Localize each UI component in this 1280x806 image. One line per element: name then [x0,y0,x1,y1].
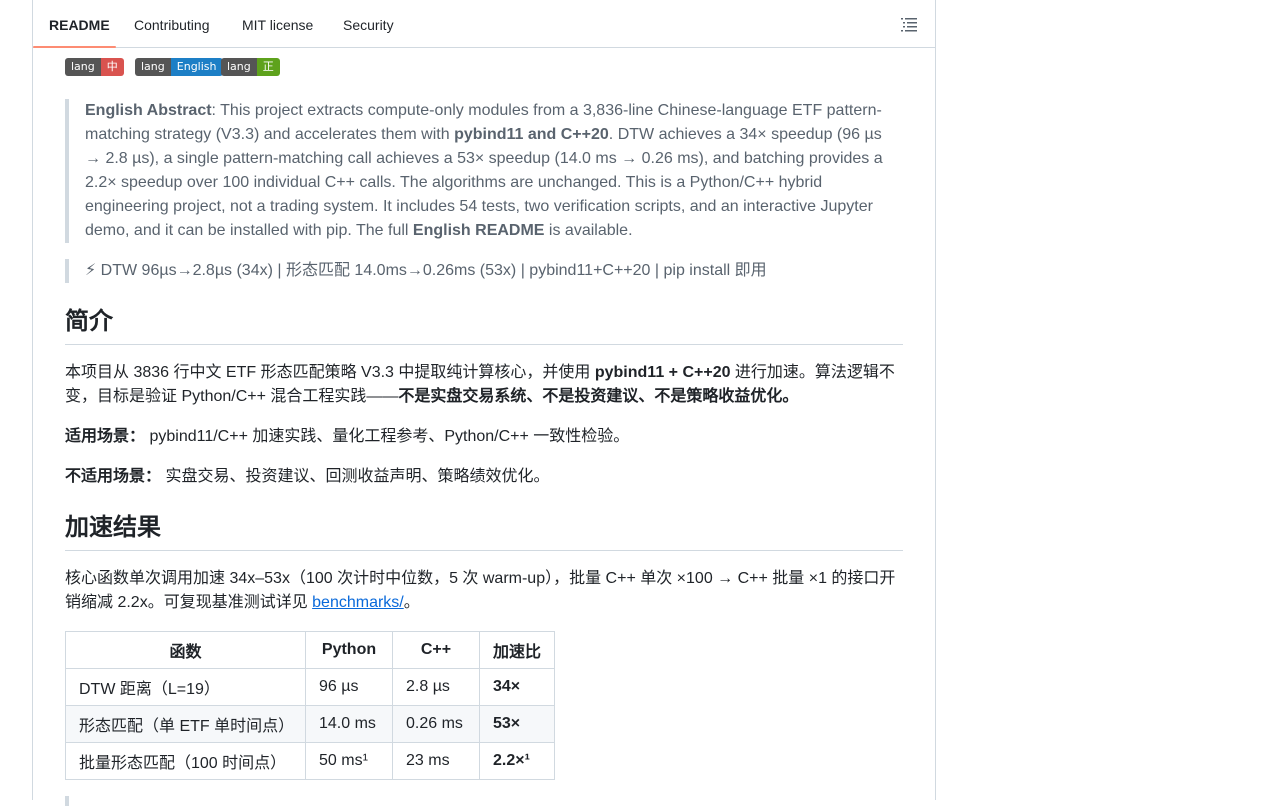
table-cell: 批量形态匹配（100 时间点） [65,742,306,780]
table-cell: 形态匹配（单 ETF 单时间点） [65,705,306,743]
table-row: 形态匹配（单 ETF 单时间点） 14.0 ms 0.26 ms 53× [65,705,555,743]
abstract-lead: English Abstract [85,102,212,119]
column-header: 函数 [65,631,306,669]
tab-security[interactable]: Security [343,0,394,47]
table-row: 批量形态匹配（100 时间点） 50 ms¹ 23 ms 2.2×¹ [65,742,555,780]
table-cell: 14.0 ms [305,705,393,743]
english-abstract-quote: English Abstract: This project extracts … [65,99,885,243]
readme-panel: README Contributing MIT license Security… [32,0,936,806]
table-cell: 23 ms [392,742,480,780]
intro-paragraph: 本项目从 3836 行中文 ETF 形态匹配策略 V3.3 中提取纯计算核心，并… [65,364,895,405]
tab-active-indicator [33,46,116,48]
tab-contributing[interactable]: Contributing [134,0,210,47]
column-header: Python [305,631,393,669]
table-cell: 53× [479,705,555,743]
table-cell: 50 ms¹ [305,742,393,780]
summary-quote: ⚡ DTW 96µs→2.8µs (34x) | 形态匹配 14.0ms→0.2… [65,259,885,283]
heading-intro: 简介 [65,307,903,345]
table-cell: 2.8 µs [392,668,480,706]
readme-tab-bar: README Contributing MIT license Security [33,0,935,48]
table-row: DTW 距离（L=19） 96 µs 2.8 µs 34× [65,668,555,706]
badge-lang-zh-tw[interactable]: lang正體中文 [221,58,280,76]
speedup-table: 函数 Python C++ 加速比 DTW 距离（L=19） 96 µs 2.8… [65,631,555,780]
next-quote-border [65,796,69,806]
tab-mit-license[interactable]: MIT license [242,0,313,47]
table-cell: 34× [479,668,555,706]
column-header: C++ [392,631,480,669]
badge-lang-zh[interactable]: lang中文 [65,58,124,76]
table-cell: 0.26 ms [392,705,480,743]
heading-results: 加速结果 [65,513,903,551]
unfit-scenarios: 不适用场景： 实盘交易、投资建议、回测收益声明、策略绩效优化。 [65,468,550,485]
results-paragraph: 核心函数单次调用加速 34x–53x（100 次计时中位数，5 次 warm-u… [65,570,896,611]
table-cell: 2.2×¹ [479,742,555,780]
table-cell: DTW 距离（L=19） [65,668,306,706]
table-header-row: 函数 Python C++ 加速比 [65,631,555,669]
table-cell: 96 µs [305,668,393,706]
badge-lang-en[interactable]: lang English [135,58,223,76]
english-readme-link[interactable]: English README [413,222,545,239]
column-header: 加速比 [479,631,555,669]
tab-readme[interactable]: README [33,0,116,48]
list-outline-icon[interactable] [901,16,919,32]
benchmarks-link[interactable]: benchmarks/ [312,594,404,611]
fit-scenarios: 适用场景： pybind11/C++ 加速实践、量化工程参考、Python/C+… [65,428,630,445]
